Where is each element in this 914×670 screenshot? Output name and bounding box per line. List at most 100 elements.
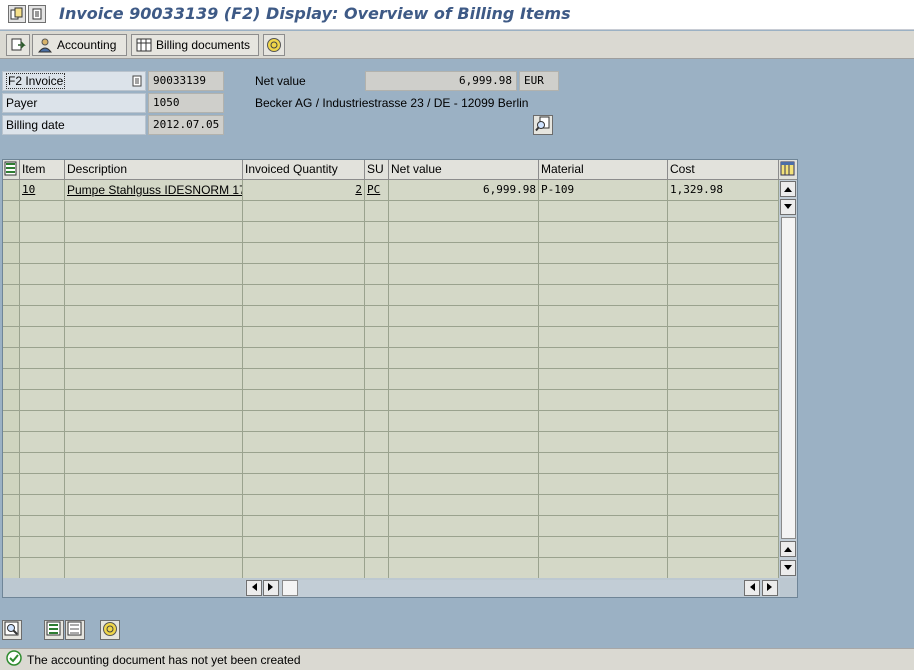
empty-cell[interactable] [389, 369, 539, 390]
empty-cell[interactable] [20, 537, 65, 558]
empty-cell[interactable] [20, 390, 65, 411]
empty-cell[interactable] [243, 348, 365, 369]
empty-cell[interactable] [365, 558, 389, 578]
empty-cell[interactable] [389, 474, 539, 495]
empty-cell[interactable] [539, 222, 668, 243]
row-selector[interactable] [3, 306, 20, 327]
empty-cell[interactable] [20, 516, 65, 537]
row-selector[interactable] [3, 369, 20, 390]
cell-material[interactable]: P-109 [539, 180, 668, 201]
table-row-empty[interactable] [3, 348, 779, 369]
empty-cell[interactable] [539, 306, 668, 327]
select-all-button[interactable] [3, 160, 20, 180]
empty-cell[interactable] [243, 285, 365, 306]
partner-details-button[interactable] [533, 115, 553, 135]
empty-cell[interactable] [365, 390, 389, 411]
item-details-button[interactable] [2, 620, 22, 640]
empty-cell[interactable] [365, 474, 389, 495]
empty-cell[interactable] [539, 516, 668, 537]
empty-cell[interactable] [389, 306, 539, 327]
empty-cell[interactable] [20, 243, 65, 264]
empty-cell[interactable] [668, 201, 779, 222]
empty-cell[interactable] [243, 222, 365, 243]
page-down-button[interactable] [780, 541, 796, 557]
empty-cell[interactable] [243, 453, 365, 474]
scroll-right-button[interactable] [762, 580, 778, 596]
empty-cell[interactable] [539, 453, 668, 474]
empty-cell[interactable] [243, 264, 365, 285]
table-row-empty[interactable] [3, 222, 779, 243]
row-selector[interactable] [3, 348, 20, 369]
empty-cell[interactable] [243, 390, 365, 411]
empty-cell[interactable] [365, 201, 389, 222]
empty-cell[interactable] [365, 348, 389, 369]
menu-icon[interactable] [28, 5, 46, 23]
empty-cell[interactable] [243, 537, 365, 558]
empty-cell[interactable] [20, 558, 65, 578]
payer-field[interactable]: 1050 [148, 93, 224, 113]
table-row-empty[interactable] [3, 201, 779, 222]
row-selector[interactable] [3, 495, 20, 516]
empty-cell[interactable] [20, 264, 65, 285]
empty-cell[interactable] [243, 516, 365, 537]
row-selector[interactable] [3, 285, 20, 306]
empty-cell[interactable] [65, 222, 243, 243]
empty-cell[interactable] [539, 285, 668, 306]
empty-cell[interactable] [243, 432, 365, 453]
empty-cell[interactable] [20, 327, 65, 348]
empty-cell[interactable] [20, 306, 65, 327]
row-selector[interactable] [3, 453, 20, 474]
billing-documents-button[interactable]: Billing documents [131, 34, 259, 56]
cell-quantity[interactable]: 2 [243, 180, 365, 201]
row-selector[interactable] [3, 327, 20, 348]
empty-cell[interactable] [389, 453, 539, 474]
table-row-empty[interactable] [3, 285, 779, 306]
empty-cell[interactable] [20, 411, 65, 432]
empty-cell[interactable] [539, 411, 668, 432]
col-invoiced-quantity[interactable]: Invoiced Quantity [243, 160, 365, 180]
service-button[interactable] [263, 34, 285, 56]
cell-cost[interactable]: 1,329.98 [668, 180, 779, 201]
display-document-button[interactable] [6, 34, 30, 56]
col-item[interactable]: Item [20, 160, 65, 180]
table-row-empty[interactable] [3, 558, 779, 578]
empty-cell[interactable] [668, 222, 779, 243]
empty-cell[interactable] [668, 432, 779, 453]
empty-cell[interactable] [243, 474, 365, 495]
empty-cell[interactable] [365, 243, 389, 264]
empty-cell[interactable] [65, 390, 243, 411]
empty-cell[interactable] [65, 264, 243, 285]
cell-description[interactable]: Pumpe Stahlguss IDESNORM 170 [65, 180, 243, 201]
empty-cell[interactable] [539, 201, 668, 222]
empty-cell[interactable] [389, 348, 539, 369]
row-selector[interactable] [3, 243, 20, 264]
empty-cell[interactable] [65, 558, 243, 578]
empty-cell[interactable] [539, 369, 668, 390]
empty-cell[interactable] [668, 474, 779, 495]
row-selector[interactable] [3, 264, 20, 285]
empty-cell[interactable] [65, 348, 243, 369]
empty-cell[interactable] [243, 201, 365, 222]
row-selector[interactable] [3, 474, 20, 495]
empty-cell[interactable] [389, 537, 539, 558]
cell-net-value[interactable]: 6,999.98 [389, 180, 539, 201]
empty-cell[interactable] [65, 537, 243, 558]
empty-cell[interactable] [539, 243, 668, 264]
empty-cell[interactable] [389, 432, 539, 453]
empty-cell[interactable] [65, 306, 243, 327]
vertical-scroll-thumb[interactable] [781, 217, 796, 539]
empty-cell[interactable] [65, 201, 243, 222]
cell-item[interactable]: 10 [20, 180, 65, 201]
empty-cell[interactable] [365, 411, 389, 432]
net-value-field[interactable]: 6,999.98 [365, 71, 517, 91]
empty-cell[interactable] [668, 285, 779, 306]
empty-cell[interactable] [65, 369, 243, 390]
table-row-empty[interactable] [3, 474, 779, 495]
col-cost[interactable]: Cost [668, 160, 779, 180]
empty-cell[interactable] [20, 285, 65, 306]
empty-cell[interactable] [668, 411, 779, 432]
empty-cell[interactable] [20, 474, 65, 495]
empty-cell[interactable] [65, 243, 243, 264]
empty-cell[interactable] [20, 453, 65, 474]
empty-cell[interactable] [65, 516, 243, 537]
